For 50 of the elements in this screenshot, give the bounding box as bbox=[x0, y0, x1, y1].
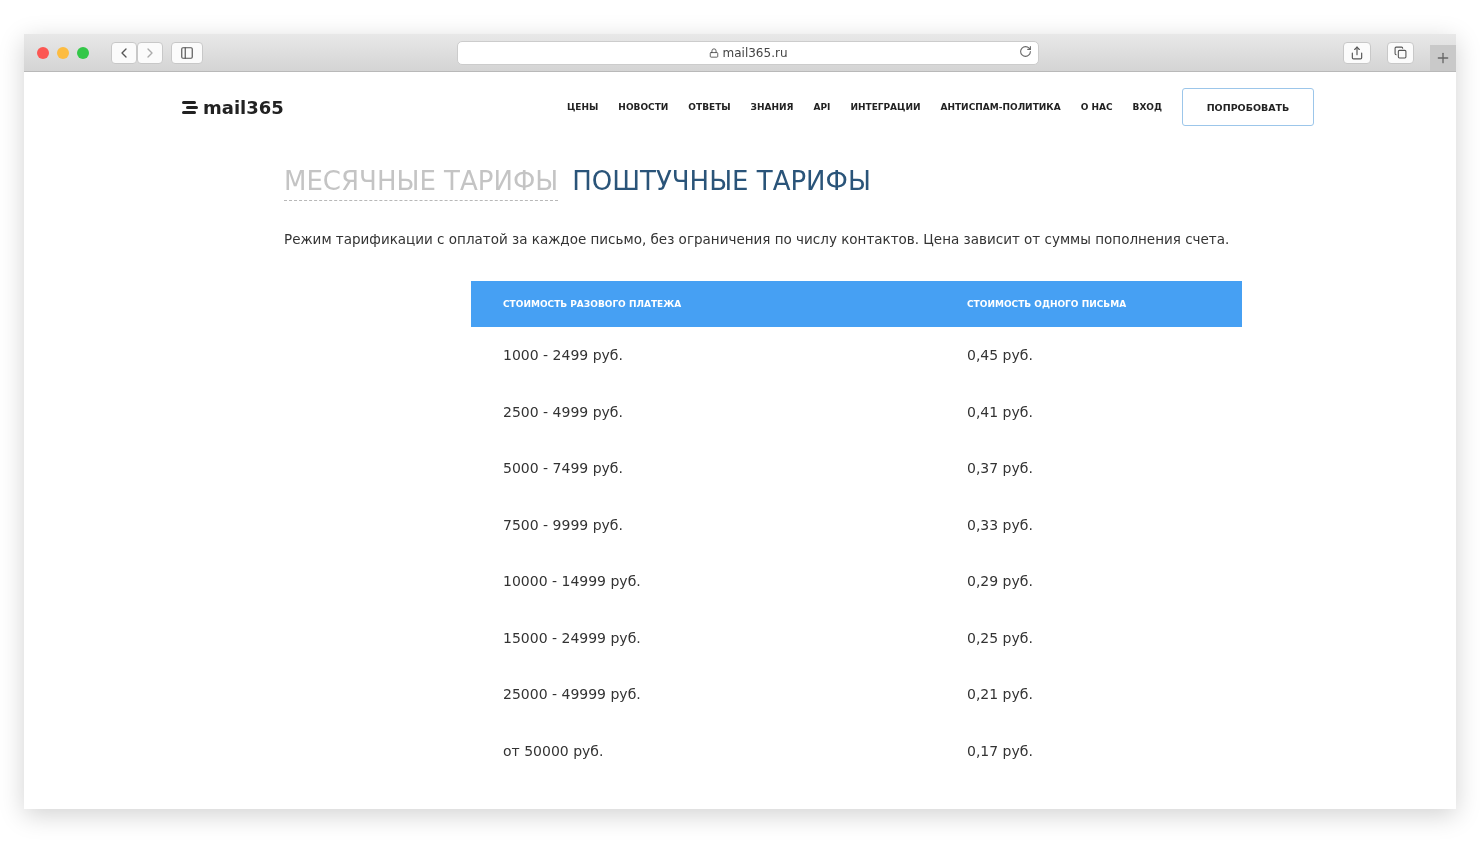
table-cell: 1000 - 2499 руб. bbox=[471, 327, 935, 384]
minimize-dot[interactable] bbox=[57, 46, 69, 59]
sidebar-icon bbox=[180, 45, 194, 60]
new-tab-button[interactable] bbox=[1430, 45, 1456, 71]
table-cell-text: 5000 - 7499 руб. bbox=[502, 459, 624, 479]
table-cell-text: 0,17 руб. bbox=[966, 741, 1034, 761]
plus-icon bbox=[1435, 50, 1451, 66]
nav-link[interactable]: О НАС bbox=[1080, 102, 1113, 112]
table-cell-text: 0,21 руб. bbox=[966, 685, 1034, 705]
table-cell: 0,45 руб. bbox=[935, 327, 1242, 384]
address-text: mail365.ru bbox=[722, 45, 788, 60]
table-cell-text: 15000 - 24999 руб. bbox=[502, 628, 642, 648]
column-header: СТОИМОСТЬ РАЗОВОГО ПЛАТЕЖА bbox=[471, 281, 935, 327]
nav-link[interactable]: API bbox=[813, 102, 831, 112]
table-cell-text: 7500 - 9999 руб. bbox=[502, 515, 624, 535]
table-cell-text: 10000 - 14999 руб. bbox=[502, 572, 642, 592]
description-text: Режим тарификации с оплатой за каждое письмо, без ограничения по числу контактов. Цена зависит от суммы пополнения счета. bbox=[284, 231, 1231, 247]
table-cell-text: 0,41 руб. bbox=[966, 402, 1034, 422]
tabs-button[interactable] bbox=[1387, 41, 1414, 64]
nav-link[interactable]: НОВОСТИ bbox=[618, 102, 669, 112]
nav-link[interactable]: ИНТЕГРАЦИИ bbox=[850, 102, 921, 112]
column-header: СТОИМОСТЬ ОДНОГО ПИСЬМА bbox=[935, 281, 1242, 327]
logo[interactable]: mail365 bbox=[182, 96, 284, 118]
table-cell-text: от 50000 руб. bbox=[502, 741, 605, 761]
address-bar[interactable]: mail365.ru bbox=[457, 40, 1039, 65]
nav-link[interactable]: ЦЕНЫ bbox=[567, 102, 599, 112]
table-cell-text: 0,25 руб. bbox=[966, 628, 1034, 648]
nav-link[interactable]: ВХОД bbox=[1132, 102, 1162, 112]
try-button[interactable]: ПОПРОБОВАТЬ bbox=[1182, 88, 1314, 126]
nav-link[interactable]: ОТВЕТЫ bbox=[688, 102, 731, 112]
nav-link[interactable]: ЗНАНИЯ bbox=[750, 102, 794, 112]
reload-icon[interactable] bbox=[1019, 44, 1032, 58]
logo-text: mail365 bbox=[203, 96, 284, 118]
nav-link[interactable]: АНТИСПАМ-ПОЛИТИКА bbox=[940, 102, 1061, 112]
tabs-icon bbox=[1394, 46, 1407, 59]
table-cell-text: 0,33 руб. bbox=[966, 515, 1034, 535]
table-cell-text: 0,37 руб. bbox=[966, 459, 1034, 479]
zoom-dot[interactable] bbox=[77, 46, 89, 59]
forward-button[interactable] bbox=[137, 41, 163, 64]
table-cell-text: 0,29 руб. bbox=[966, 572, 1034, 592]
sidebar-button[interactable] bbox=[171, 41, 203, 64]
table-cell-text: 25000 - 49999 руб. bbox=[502, 685, 642, 705]
close-dot[interactable] bbox=[37, 46, 49, 59]
back-button[interactable] bbox=[111, 41, 137, 64]
table-cell-text: 2500 - 4999 руб. bbox=[502, 402, 624, 422]
lock-icon bbox=[708, 47, 719, 58]
share-button[interactable] bbox=[1343, 41, 1371, 64]
tariff-tab[interactable]: ПОШТУЧНЫЕ ТАРИФЫ bbox=[572, 166, 871, 201]
share-icon bbox=[1350, 45, 1364, 60]
logo-lines-icon bbox=[182, 100, 198, 114]
